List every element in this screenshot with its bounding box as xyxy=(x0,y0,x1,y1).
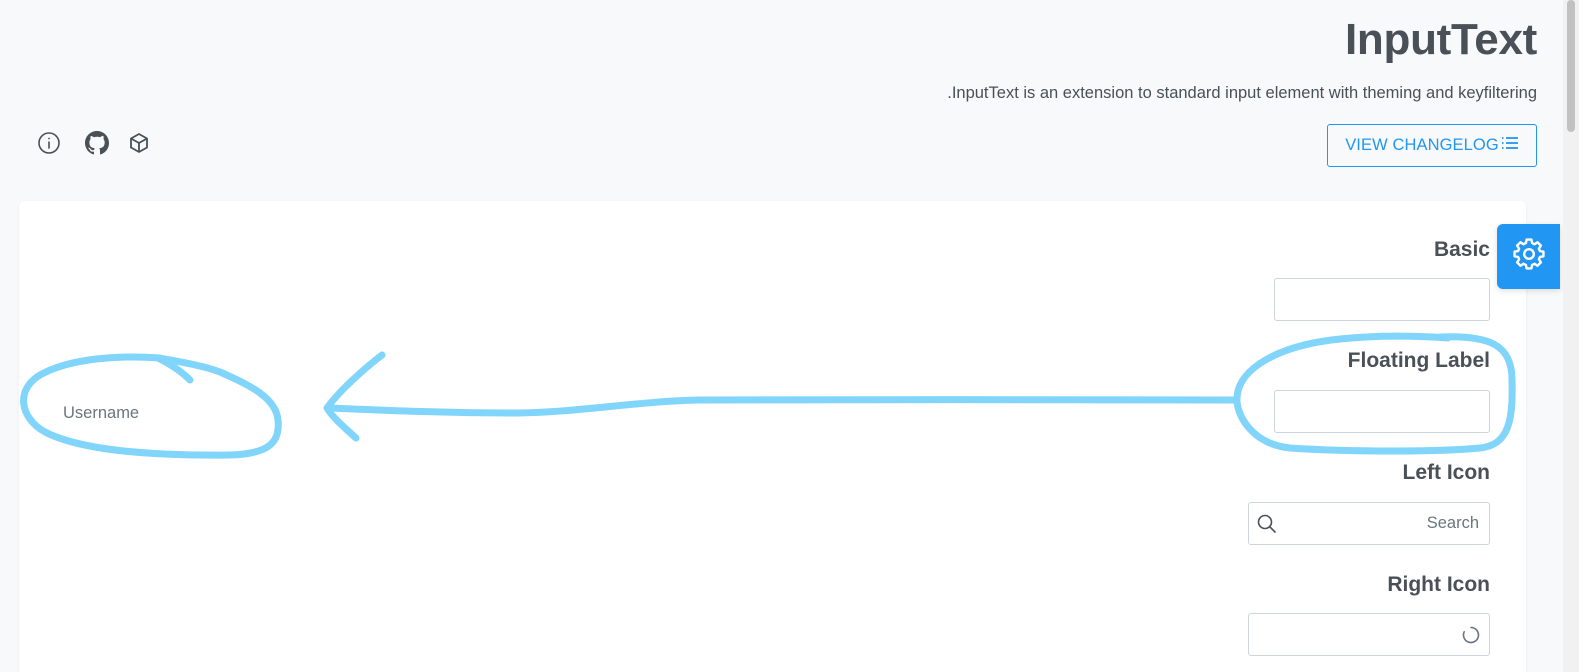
doc-links xyxy=(36,130,152,156)
search-icon xyxy=(1256,513,1278,535)
demo-card: Basic Floating Label Left Icon Right Ico… xyxy=(19,201,1526,672)
view-changelog-label: VIEW CHANGELOG xyxy=(1345,136,1499,154)
right-icon-input-wrapper xyxy=(1248,613,1490,656)
section-title-basic: Basic xyxy=(1433,238,1490,261)
page: InputText .InputText is an extension to … xyxy=(0,0,1579,672)
section-title-left-icon: Left Icon xyxy=(1402,461,1491,484)
view-changelog-button[interactable]: VIEW CHANGELOG xyxy=(1327,124,1537,167)
basic-input-wrapper xyxy=(1274,278,1490,321)
list-icon xyxy=(1501,135,1519,156)
config-button[interactable] xyxy=(1497,224,1560,289)
box-icon[interactable] xyxy=(126,130,152,156)
github-icon[interactable] xyxy=(84,130,110,156)
scrollbar-thumb[interactable] xyxy=(1567,0,1575,132)
info-icon[interactable] xyxy=(36,130,62,156)
left-icon-input-wrapper xyxy=(1248,502,1490,545)
page-description: .InputText is an extension to standard i… xyxy=(947,84,1537,102)
scrollbar[interactable] xyxy=(1563,0,1579,672)
section-title-floating-label: Floating Label xyxy=(1347,349,1490,372)
floating-label-text: Username xyxy=(63,404,140,422)
section-title-right-icon: Right Icon xyxy=(1387,573,1490,596)
basic-input[interactable] xyxy=(1275,279,1489,320)
right-icon-input[interactable] xyxy=(1249,614,1489,655)
page-title: InputText xyxy=(1344,15,1537,64)
floating-label-input-wrapper xyxy=(1274,390,1490,433)
floating-label-input[interactable] xyxy=(1275,391,1489,432)
spinner-icon xyxy=(1461,625,1481,645)
search-input[interactable] xyxy=(1249,503,1489,544)
gear-icon xyxy=(1512,237,1546,276)
